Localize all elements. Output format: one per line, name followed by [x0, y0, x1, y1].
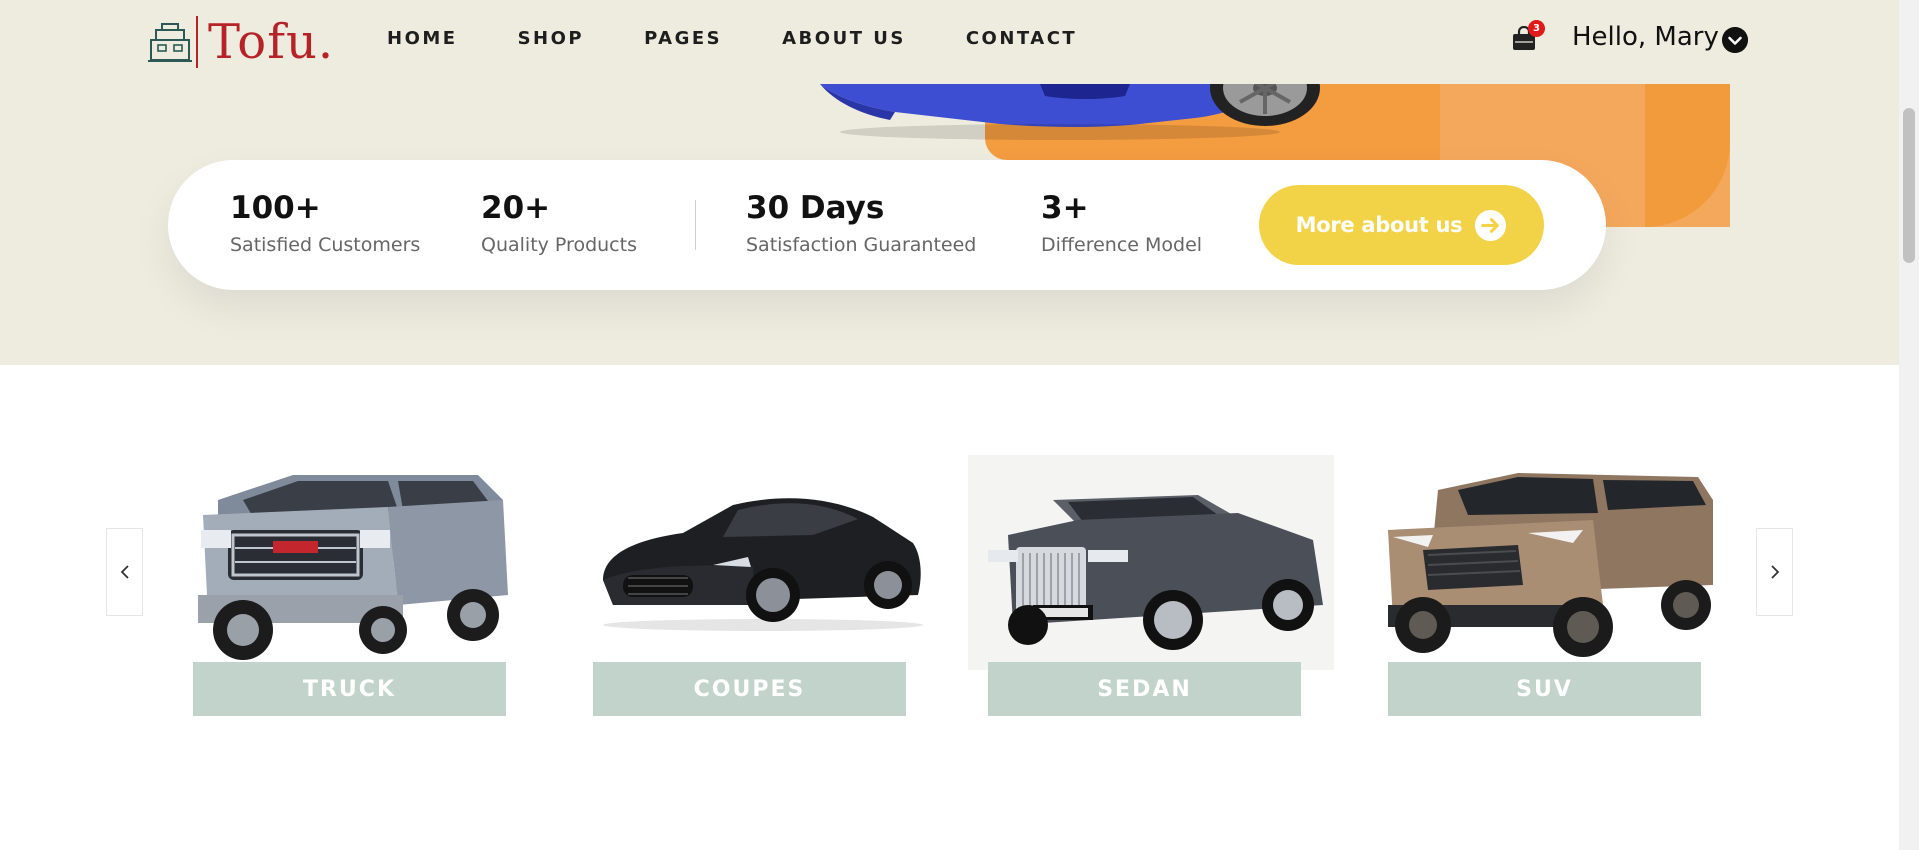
- nav-contact[interactable]: CONTACT: [966, 28, 1077, 49]
- chevron-down-icon[interactable]: [1722, 27, 1748, 53]
- main-nav: HOME SHOP PAGES ABOUT US CONTACT: [387, 28, 1137, 49]
- sedan-image: [968, 455, 1334, 670]
- truck-image: [198, 475, 508, 660]
- nav-shop[interactable]: SHOP: [518, 28, 585, 49]
- more-about-us-button[interactable]: More about us: [1259, 185, 1544, 265]
- cart-count-badge: 3: [1528, 20, 1545, 37]
- category-label-sedan[interactable]: SEDAN: [988, 662, 1301, 716]
- stat-value: 100+: [230, 190, 321, 226]
- logo[interactable]: Tofu.: [148, 16, 334, 68]
- stat-products: 20+ Quality Products: [481, 188, 637, 256]
- category-label-suv[interactable]: SUV: [1388, 662, 1701, 716]
- category-card-suv[interactable]: SUV: [1368, 455, 1734, 725]
- more-about-us-label: More about us: [1295, 213, 1463, 237]
- scrollbar-thumb[interactable]: [1903, 108, 1915, 263]
- stat-value: 3+: [1041, 190, 1089, 226]
- nav-pages[interactable]: PAGES: [644, 28, 722, 49]
- stat-label: Quality Products: [481, 234, 637, 256]
- chevron-right-icon: [1770, 565, 1779, 579]
- chevron-left-icon: [120, 565, 129, 579]
- user-greeting[interactable]: Hello, Mary: [1572, 22, 1719, 52]
- arrow-right-circle-icon: [1475, 209, 1507, 241]
- stat-models: 3+ Difference Model: [1041, 188, 1202, 256]
- stat-label: Satisfied Customers: [230, 234, 421, 256]
- nav-home[interactable]: HOME: [387, 28, 458, 49]
- site-header: Tofu. HOME SHOP PAGES ABOUT US CONTACT 3…: [0, 0, 1899, 84]
- stat-divider: [695, 200, 696, 250]
- carousel-next-button[interactable]: [1756, 528, 1793, 616]
- stat-value: 30 Days: [746, 190, 885, 226]
- nav-about-us[interactable]: ABOUT US: [782, 28, 906, 49]
- category-label-truck[interactable]: TRUCK: [193, 662, 506, 716]
- category-card-sedan[interactable]: SEDAN: [968, 455, 1334, 725]
- stat-value: 20+: [481, 190, 551, 226]
- hero-car-image: [820, 84, 1320, 140]
- category-label-coupes[interactable]: COUPES: [593, 662, 906, 716]
- stat-label: Difference Model: [1041, 234, 1203, 256]
- stat-guarantee: 30 Days Satisfaction Guaranteed: [746, 188, 976, 256]
- page-scrollbar[interactable]: [1899, 0, 1919, 850]
- coupe-image: [603, 498, 923, 631]
- logo-text: Tofu.: [196, 16, 334, 68]
- suv-image: [1388, 473, 1713, 657]
- category-card-truck[interactable]: TRUCK: [173, 455, 539, 725]
- stat-customers: 100+ Satisfied Customers: [230, 188, 420, 256]
- stats-card: 100+ Satisfied Customers 20+ Quality Pro…: [168, 160, 1606, 290]
- stat-label: Satisfaction Guaranteed: [746, 234, 977, 256]
- bag-shop-logo-icon: [148, 23, 192, 62]
- carousel-prev-button[interactable]: [106, 528, 143, 616]
- category-card-coupes[interactable]: COUPES: [573, 455, 939, 725]
